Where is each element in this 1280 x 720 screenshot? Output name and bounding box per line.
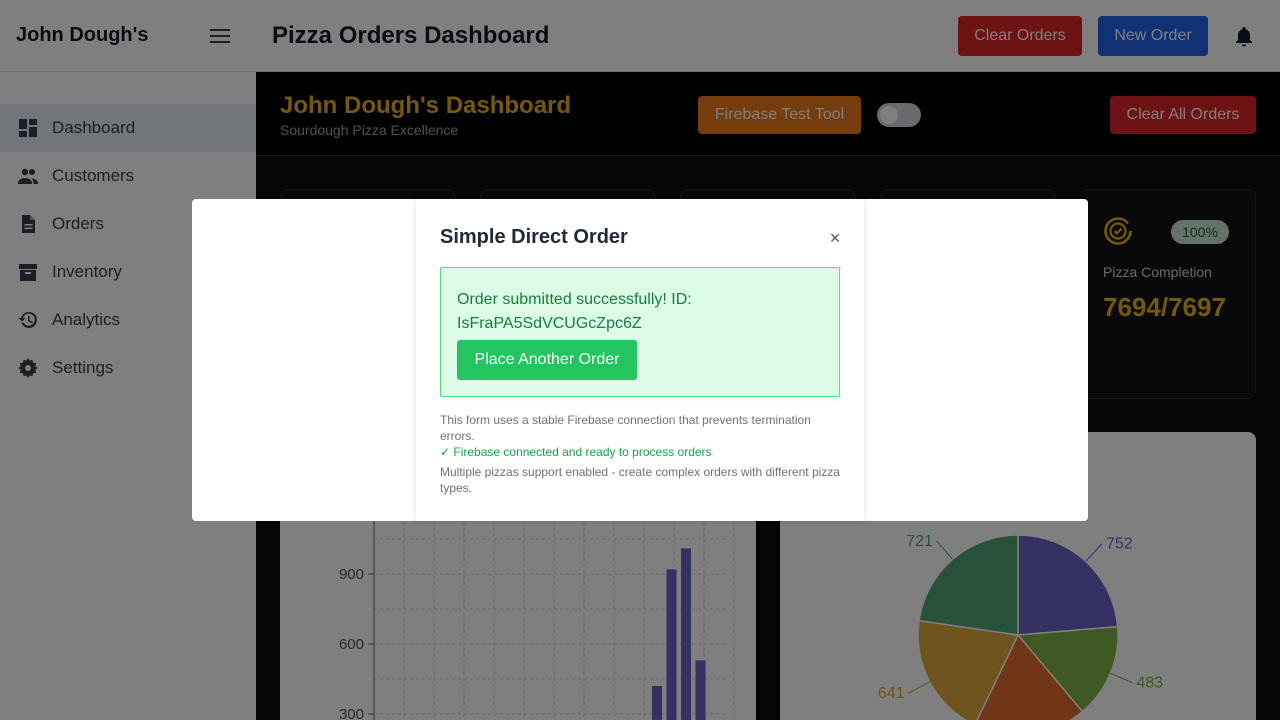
firebase-status: ✓ Firebase connected and ready to proces… xyxy=(440,445,712,459)
place-another-order-button[interactable]: Place Another Order xyxy=(457,340,637,380)
success-alert: Order submitted successfully! ID: IsFraP… xyxy=(440,267,840,397)
multi-pizza-note: Multiple pizzas support enabled - create… xyxy=(440,465,840,495)
success-message: Order submitted successfully! ID: IsFraP… xyxy=(457,291,692,332)
order-modal: Simple Direct Order × Order submitted su… xyxy=(192,199,1088,521)
modal-title: Simple Direct Order xyxy=(440,226,628,248)
firebase-note: This form uses a stable Firebase connect… xyxy=(440,413,811,443)
close-icon[interactable]: × xyxy=(826,228,844,248)
order-modal-content: Simple Direct Order × Order submitted su… xyxy=(416,199,864,521)
